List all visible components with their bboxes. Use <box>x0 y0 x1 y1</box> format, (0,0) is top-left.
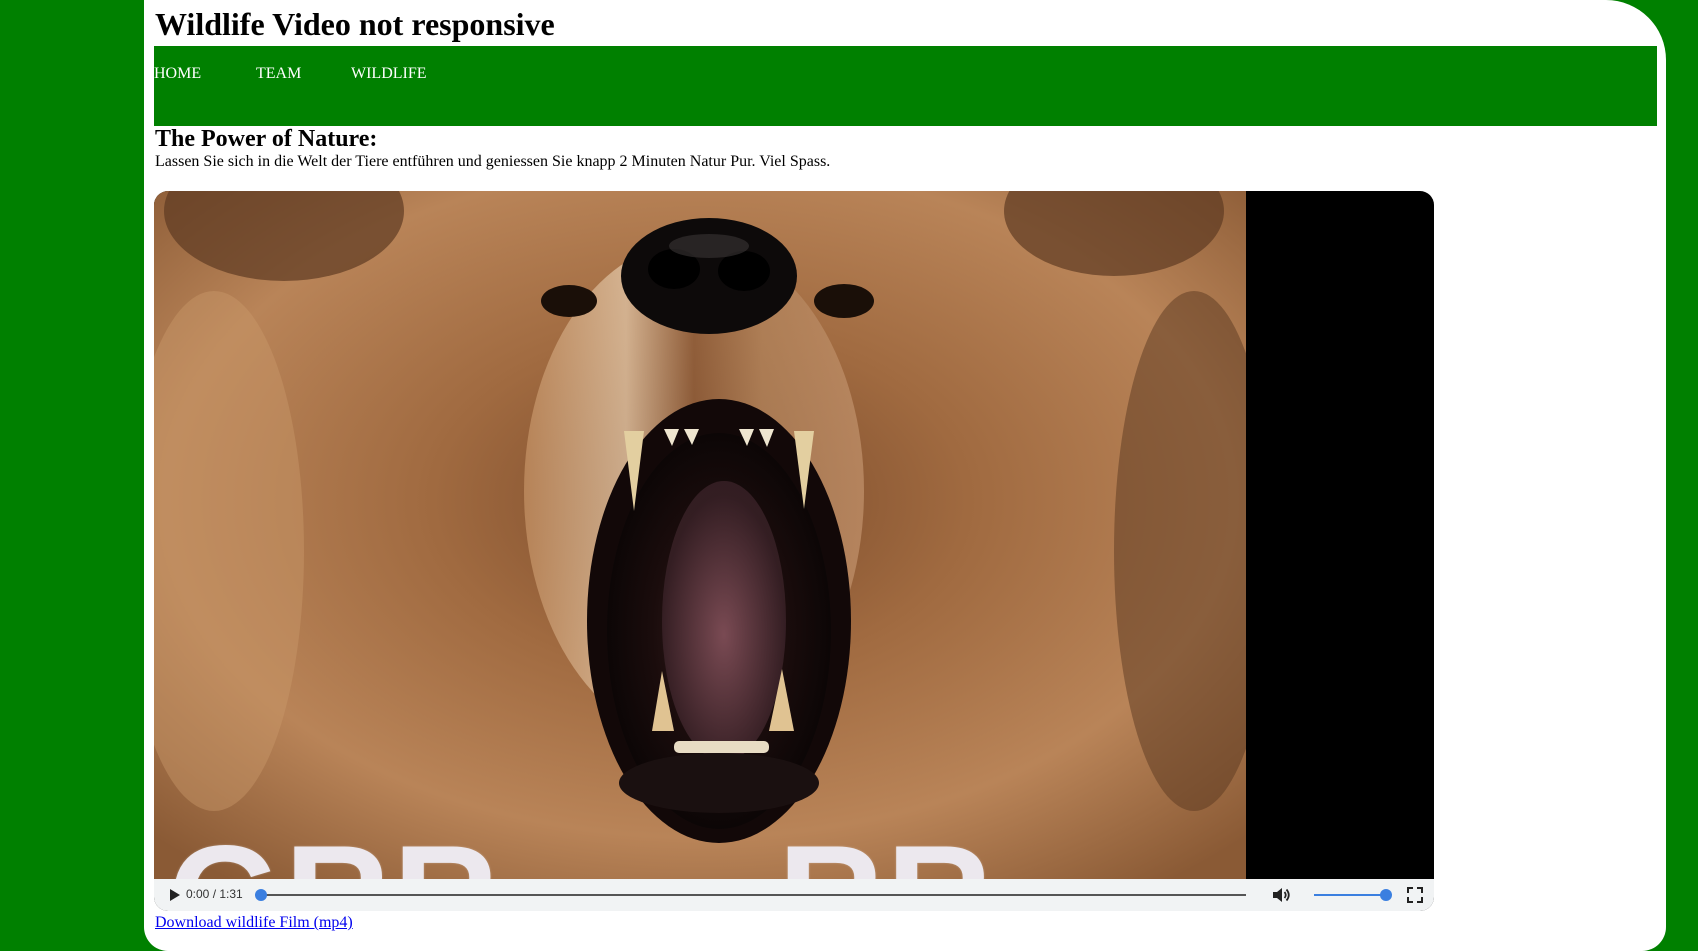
mute-button[interactable] <box>1270 884 1292 906</box>
video-overlay-text-left: GRR <box>168 824 501 880</box>
play-icon <box>170 889 180 901</box>
volume-slider-thumb[interactable] <box>1380 889 1392 901</box>
volume-slider-fill <box>1314 894 1386 896</box>
video-time-display: 0:00 / 1:31 <box>186 887 243 901</box>
bear-video-still <box>154 191 1246 879</box>
video-frame[interactable]: GRR RR <box>154 191 1434 879</box>
fullscreen-button[interactable] <box>1405 885 1425 905</box>
video-progress-bar[interactable] <box>255 889 1246 901</box>
nav-link-team[interactable]: TEAM <box>256 65 301 83</box>
section-heading: The Power of Nature: <box>155 126 378 152</box>
navigation-bar: HOME TEAM WILDLIFE <box>154 46 1657 126</box>
intro-paragraph: Lassen Sie sich in die Welt der Tiere en… <box>155 153 831 170</box>
volume-slider[interactable] <box>1314 889 1392 901</box>
download-film-link[interactable]: Download wildlife Film (mp4) <box>155 914 353 932</box>
volume-icon <box>1273 888 1290 902</box>
fullscreen-icon <box>1407 887 1423 903</box>
video-overlay-text-right: RR <box>778 824 995 880</box>
nav-link-home[interactable]: HOME <box>154 65 201 83</box>
page-title: Wildlife Video not responsive <box>155 6 555 42</box>
page-container: Wildlife Video not responsive HOME TEAM … <box>144 0 1666 951</box>
nav-link-wildlife[interactable]: WILDLIFE <box>351 65 427 83</box>
video-progress-thumb[interactable] <box>255 889 267 901</box>
video-player[interactable]: GRR RR 0:00 / 1:31 <box>154 191 1434 911</box>
play-button[interactable] <box>164 885 184 905</box>
video-controls: 0:00 / 1:31 <box>154 879 1434 911</box>
